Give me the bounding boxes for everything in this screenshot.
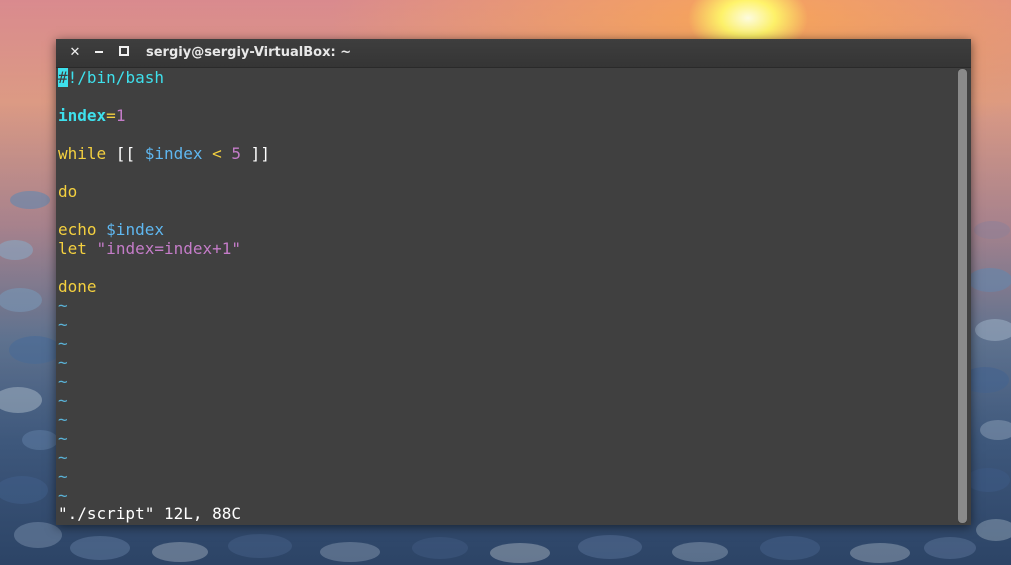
echo-keyword: echo	[58, 220, 97, 239]
maximize-icon	[119, 46, 129, 56]
assign-operator: =	[106, 106, 116, 125]
while-keyword: while	[58, 144, 107, 163]
assign-value: 1	[115, 106, 126, 125]
empty-buffer-line: ~	[58, 296, 68, 315]
close-icon: ✕	[69, 45, 81, 60]
terminal-window[interactable]: ✕ sergiy@sergiy-VirtualBox: ~ #!/bin/bas…	[56, 39, 971, 525]
empty-buffer-line: ~	[58, 448, 68, 467]
echo-variable: $index	[106, 220, 164, 239]
empty-buffer-line: ~	[58, 391, 68, 410]
do-keyword: do	[58, 182, 78, 201]
scrollbar[interactable]	[958, 69, 967, 523]
empty-buffer-line: ~	[58, 372, 68, 391]
done-keyword: done	[58, 277, 97, 296]
code-line: done	[58, 277, 953, 296]
code-line: #!/bin/bash	[58, 68, 953, 87]
let-keyword: let	[58, 239, 87, 258]
comparison-operator: <	[202, 144, 232, 163]
shebang-path: !/bin/bash	[67, 68, 164, 87]
text-cursor: #	[58, 68, 68, 87]
minimize-button[interactable]	[90, 44, 108, 62]
empty-buffer-line: ~	[58, 467, 68, 486]
vim-editor[interactable]: #!/bin/bash index=1 while [[ $index < 5 …	[58, 68, 953, 523]
empty-buffer-line: ~	[58, 334, 68, 353]
vim-status-line: "./script" 12L, 88C	[58, 504, 242, 523]
title-bar[interactable]: ✕ sergiy@sergiy-VirtualBox: ~	[56, 39, 971, 68]
empty-buffer-line: ~	[58, 429, 68, 448]
maximize-button[interactable]	[115, 44, 133, 62]
code-line: echo $index	[58, 220, 953, 239]
code-line: index=1	[58, 106, 953, 125]
empty-buffer-line: ~	[58, 486, 68, 505]
variable-name: index	[58, 106, 107, 125]
condition-variable: $index	[144, 144, 203, 163]
empty-buffer-line: ~	[58, 315, 68, 334]
empty-buffer-line: ~	[58, 410, 68, 429]
code-line: do	[58, 182, 953, 201]
bracket-open: [[	[106, 144, 145, 163]
code-line: let "index=index+1"	[58, 239, 953, 258]
empty-buffer-line: ~	[58, 353, 68, 372]
code-line: while [[ $index < 5 ]]	[58, 144, 953, 163]
condition-number: 5	[231, 144, 242, 163]
minimize-icon	[95, 50, 103, 53]
let-string: "index=index+1"	[96, 239, 242, 258]
scrollbar-thumb[interactable]	[958, 69, 967, 523]
close-button[interactable]: ✕	[66, 44, 84, 62]
window-title: sergiy@sergiy-VirtualBox: ~	[146, 45, 352, 60]
bracket-close: ]]	[241, 144, 270, 163]
